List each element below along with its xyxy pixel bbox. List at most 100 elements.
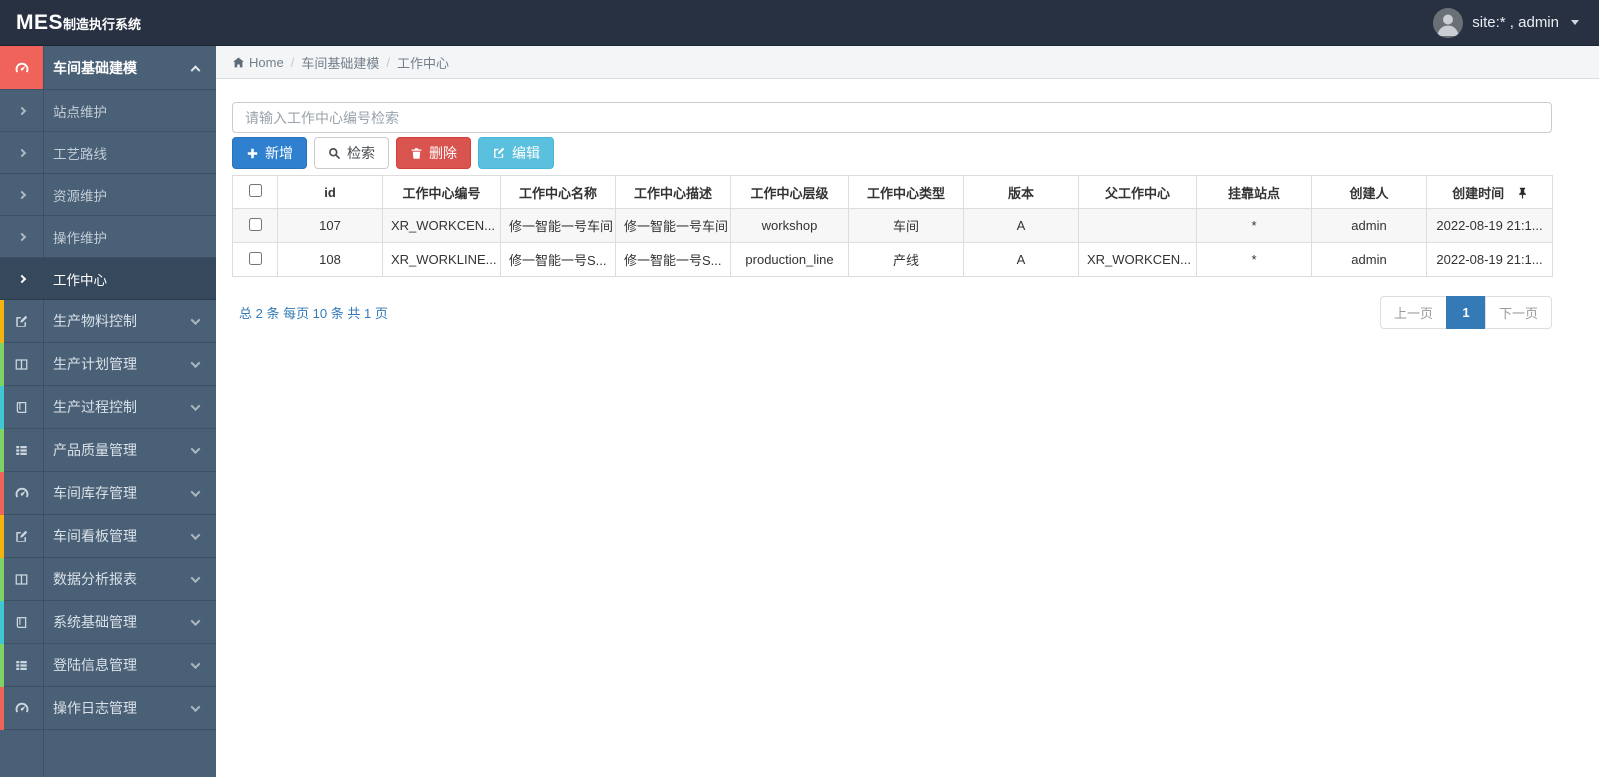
sidebar-subitem-resource-maintenance[interactable]: 资源维护 <box>0 174 216 216</box>
book-icon <box>16 401 27 413</box>
chevron-down-icon <box>190 529 201 540</box>
home-icon <box>232 56 245 69</box>
cell-type: 车间 <box>848 208 964 243</box>
sidebar-item-login-info-management[interactable]: 登陆信息管理 <box>0 644 216 687</box>
tachometer-icon <box>15 702 28 713</box>
search-icon <box>328 147 341 160</box>
list-icon <box>16 660 27 670</box>
cell-created-time: 2022-08-19 21:1... <box>1426 242 1553 277</box>
chevron-down-icon <box>190 400 201 411</box>
chevron-down-icon <box>190 658 201 669</box>
pin-icon[interactable] <box>1518 187 1527 202</box>
sidebar-item-process-control[interactable]: 生产过程控制 <box>0 386 216 429</box>
sidebar-item-label: 登陆信息管理 <box>53 657 137 673</box>
chevron-down-icon <box>190 357 201 368</box>
cell-description: 修一智能一号车间 <box>615 208 731 243</box>
cell-code: XR_WORKCEN... <box>382 208 501 243</box>
workcenter-table: id 工作中心编号 工作中心名称 工作中心描述 工作中心层级 工作中心类型 版本… <box>232 175 1553 277</box>
user-label: site:* , admin <box>1472 14 1559 31</box>
trash-icon <box>410 147 423 160</box>
col-header-creator: 创建人 <box>1311 175 1427 209</box>
caret-down-icon <box>1571 20 1579 25</box>
app-logo-bold: MES <box>16 10 64 34</box>
chevron-right-icon <box>0 258 43 299</box>
top-bar: MES 制造执行系统 site:* , admin <box>0 0 1599 46</box>
sidebar-subitem-label: 站点维护 <box>53 104 107 120</box>
sidebar-item-plan-management[interactable]: 生产计划管理 <box>0 343 216 386</box>
sidebar-subitem-work-center[interactable]: 工作中心 <box>0 258 216 300</box>
next-page-button[interactable]: 下一页 <box>1484 296 1552 329</box>
tachometer-icon <box>15 62 28 72</box>
cell-code: XR_WORKLINE... <box>382 242 501 277</box>
sidebar-item-label: 数据分析报表 <box>53 571 137 587</box>
sidebar-subitem-process-route[interactable]: 工艺路线 <box>0 132 216 174</box>
cell-version: A <box>963 242 1079 277</box>
col-header-version: 版本 <box>963 175 1079 209</box>
row-checkbox[interactable] <box>248 251 262 265</box>
cell-id: 107 <box>277 208 383 243</box>
breadcrumb-separator: / <box>290 54 295 70</box>
table-footer: 总 2 条 每页 10 条 共 1 页 上一页 1 下一页 <box>232 296 1552 329</box>
search-button[interactable]: 检索 <box>314 137 389 169</box>
breadcrumb-workshop-modeling[interactable]: 车间基础建模 <box>301 53 379 72</box>
select-all-cell <box>232 175 278 209</box>
sidebar-subitem-label: 操作维护 <box>53 230 107 246</box>
edit-icon <box>16 530 28 542</box>
sidebar-item-label: 车间基础建模 <box>53 59 137 76</box>
row-checkbox[interactable] <box>248 217 262 231</box>
delete-button[interactable]: 删除 <box>396 137 471 169</box>
cell-version: A <box>963 208 1079 243</box>
sidebar-item-label: 产品质量管理 <box>53 442 137 458</box>
sidebar-item-system-management[interactable]: 系统基础管理 <box>0 601 216 644</box>
prev-page-button[interactable]: 上一页 <box>1379 296 1447 329</box>
breadcrumb-separator: / <box>386 54 390 70</box>
table-row: 108 XR_WORKLINE... 修一智能一号S... 修一智能一号S...… <box>232 242 1553 277</box>
chevron-down-icon <box>190 572 201 583</box>
table-header-row: id 工作中心编号 工作中心名称 工作中心描述 工作中心层级 工作中心类型 版本… <box>232 175 1553 209</box>
search-input[interactable] <box>232 102 1552 133</box>
cell-id: 108 <box>277 242 383 277</box>
breadcrumb-home[interactable]: Home <box>232 55 284 70</box>
sidebar-item-label: 生产过程控制 <box>53 399 137 415</box>
book-icon <box>16 616 27 628</box>
sidebar-subitem-site-maintenance[interactable]: 站点维护 <box>0 90 216 132</box>
edit-icon <box>16 315 28 327</box>
user-menu[interactable]: site:* , admin <box>1433 7 1579 38</box>
breadcrumb: Home / 车间基础建模 / 工作中心 <box>216 46 1599 79</box>
select-all-checkbox[interactable] <box>248 184 262 197</box>
person-icon <box>1433 7 1464 38</box>
sidebar-item-kanban-management[interactable]: 车间看板管理 <box>0 515 216 558</box>
sidebar-item-workshop-modeling[interactable]: 车间基础建模 <box>0 46 216 90</box>
sidebar-item-label: 生产物料控制 <box>53 313 137 329</box>
col-header-parent: 父工作中心 <box>1078 175 1197 209</box>
add-button[interactable]: 新增 <box>232 137 307 169</box>
sidebar-item-inventory-management[interactable]: 车间库存管理 <box>0 472 216 515</box>
page-content: 新增 检索 删除 编辑 <box>216 79 1599 329</box>
col-header-site: 挂靠站点 <box>1196 175 1312 209</box>
col-header-level: 工作中心层级 <box>730 175 849 209</box>
cell-parent: XR_WORKCEN... <box>1078 242 1197 277</box>
edit-button[interactable]: 编辑 <box>478 137 554 169</box>
sidebar-item-material-control[interactable]: 生产物料控制 <box>0 300 216 343</box>
cell-parent <box>1078 208 1197 243</box>
tachometer-icon <box>15 487 28 498</box>
cell-created-time: 2022-08-19 21:1... <box>1426 208 1553 243</box>
col-header-code: 工作中心编号 <box>382 175 501 209</box>
col-header-created-time: 创建时间 <box>1426 175 1553 209</box>
chevron-right-icon <box>0 174 43 215</box>
cell-type: 产线 <box>848 242 964 277</box>
sidebar-item-quality-management[interactable]: 产品质量管理 <box>0 429 216 472</box>
sidebar-subitem-label: 工艺路线 <box>53 146 107 162</box>
app-logo-subtitle: 制造执行系统 <box>63 16 142 32</box>
sidebar-subitem-operation-maintenance[interactable]: 操作维护 <box>0 216 216 258</box>
cell-creator: admin <box>1311 208 1427 243</box>
cell-site: * <box>1196 242 1312 277</box>
breadcrumb-current-page: 工作中心 <box>396 55 449 71</box>
chevron-right-icon <box>0 90 43 131</box>
sidebar-item-operation-log-management[interactable]: 操作日志管理 <box>0 687 216 730</box>
chevron-right-icon <box>0 216 43 257</box>
page-1-button[interactable]: 1 <box>1445 296 1486 329</box>
chevron-down-icon <box>190 615 201 626</box>
sidebar-item-analytics-reports[interactable]: 数据分析报表 <box>0 558 216 601</box>
chevron-down-icon <box>190 701 201 712</box>
